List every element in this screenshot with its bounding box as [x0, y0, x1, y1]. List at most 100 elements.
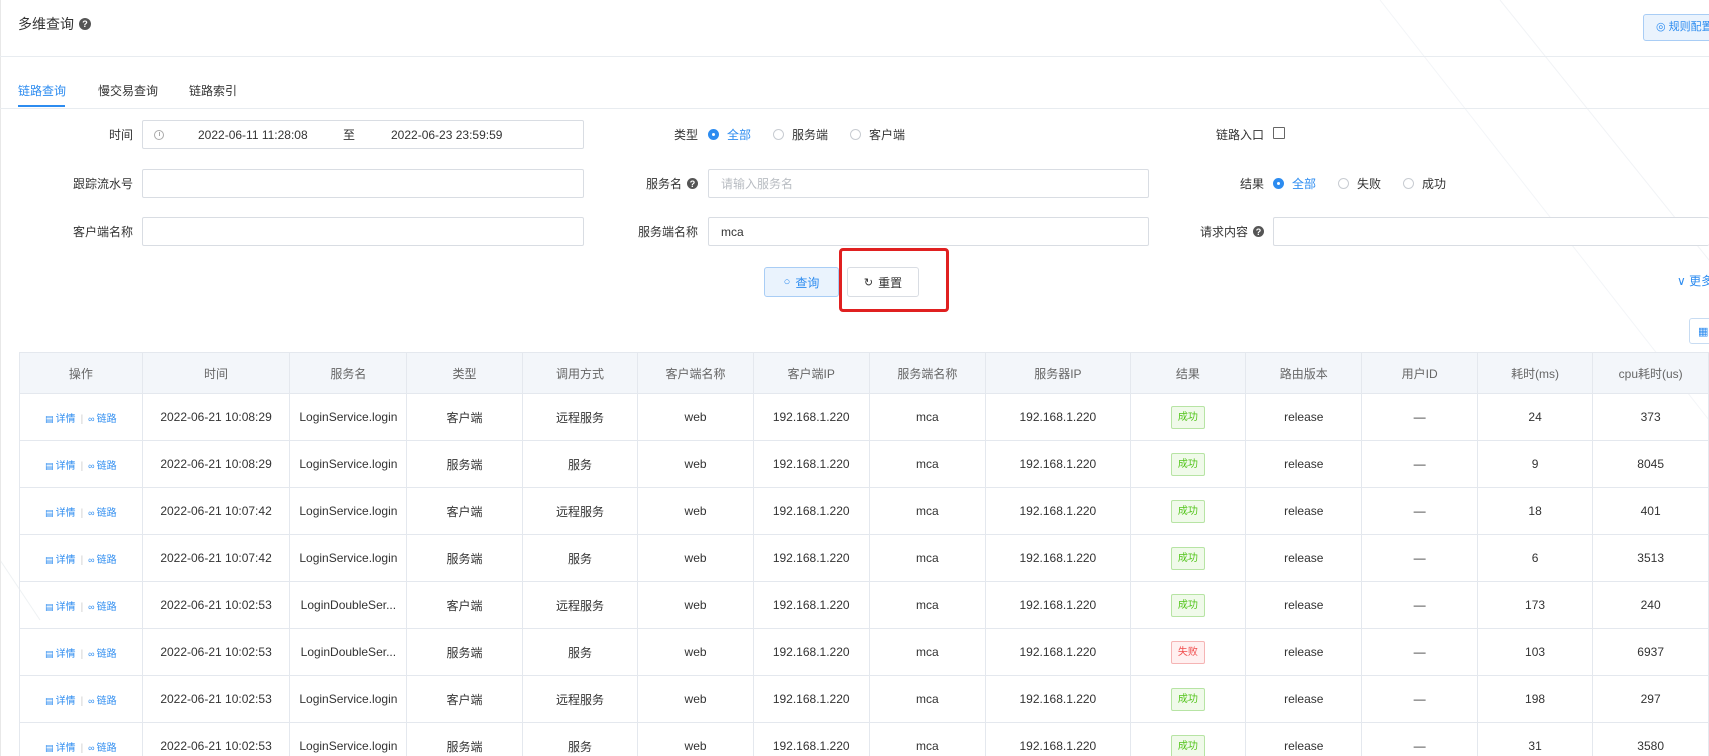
row-actions: ▤ 详情 | ∞ 链路 — [19, 675, 143, 723]
chevron-down-icon: ∨ — [1677, 274, 1690, 288]
rule-config-button[interactable]: ◎ 规则配置 — [1643, 14, 1709, 41]
document-icon: ▤ — [45, 413, 54, 424]
table-cell: LoginService.login — [289, 675, 408, 723]
table-cell: mca — [868, 534, 987, 582]
table-cell: — — [1361, 487, 1478, 535]
detail-link[interactable]: ▤ 详情 — [45, 696, 76, 707]
column-settings-button[interactable]: ▦ — [1689, 318, 1709, 344]
trace-link[interactable]: ∞ 链路 — [88, 461, 116, 472]
table-cell: mca — [868, 440, 987, 488]
document-icon: ▤ — [45, 648, 54, 659]
result-option-success[interactable]: 成功 — [1403, 175, 1446, 192]
client-name-input[interactable] — [142, 217, 584, 246]
detail-link[interactable]: ▤ 详情 — [45, 555, 76, 566]
column-header[interactable]: cpu耗时(us) — [1592, 352, 1709, 394]
row-actions: ▤ 详情 | ∞ 链路 — [19, 487, 143, 535]
radio-dot — [708, 129, 719, 140]
help-icon[interactable]: ? — [79, 18, 91, 30]
column-header[interactable]: 耗时(ms) — [1476, 352, 1594, 394]
table-cell: — — [1361, 675, 1478, 723]
action-separator: | — [80, 554, 84, 566]
page-title-text: 多维查询 — [18, 16, 74, 32]
trace-link[interactable]: ∞ 链路 — [88, 508, 116, 519]
request-content-input[interactable] — [1273, 217, 1709, 246]
link-icon: ∞ — [88, 554, 95, 565]
detail-link[interactable]: ▤ 详情 — [45, 649, 76, 660]
result-cell: 成功 — [1129, 722, 1247, 756]
type-radio-group: 全部 服务端 客户端 — [708, 120, 927, 149]
result-option-all[interactable]: 全部 — [1273, 175, 1316, 192]
row-actions: ▤ 详情 | ∞ 链路 — [19, 534, 143, 582]
table-cell: 远程服务 — [521, 675, 639, 723]
tab-slow-transaction-query[interactable]: 慢交易查询 — [98, 82, 158, 99]
result-cell: 成功 — [1129, 393, 1247, 441]
table-row: ▤ 详情 | ∞ 链路 2022-06-21 10:02:53 LoginDoubleSer… — [19, 628, 1709, 676]
detail-link-label: 详情 — [55, 742, 76, 754]
help-icon[interactable]: ? — [1253, 226, 1264, 237]
table-cell: 2022-06-21 10:02:53 — [141, 722, 291, 756]
tab-trace-index[interactable]: 链路索引 — [189, 82, 237, 99]
result-label: 结果 — [1239, 177, 1264, 191]
trace-link[interactable]: ∞ 链路 — [88, 555, 116, 566]
table-cell: 192.168.1.220 — [985, 393, 1131, 441]
result-option-fail[interactable]: 失败 — [1338, 175, 1381, 192]
trace-link[interactable]: ∞ 链路 — [88, 649, 116, 660]
query-button-label: 查询 — [795, 275, 820, 290]
service-name-input[interactable]: 请输入服务名 — [708, 169, 1149, 198]
trace-link[interactable]: ∞ 链路 — [88, 414, 116, 425]
document-icon: ▤ — [45, 554, 54, 565]
help-icon[interactable]: ? — [687, 178, 698, 189]
table-cell: 服务 — [521, 440, 639, 488]
trace-link[interactable]: ∞ 链路 — [88, 696, 116, 707]
time-range-picker[interactable]: 2022-06-11 11:28:08 至 2022-06-23 23:59:5… — [142, 120, 584, 149]
table-cell: 远程服务 — [521, 393, 639, 441]
document-icon: ▤ — [45, 507, 54, 518]
detail-link-label: 详情 — [55, 601, 76, 613]
type-option-all[interactable]: 全部 — [708, 126, 751, 143]
detail-link[interactable]: ▤ 详情 — [45, 414, 76, 425]
detail-link[interactable]: ▤ 详情 — [45, 743, 76, 754]
column-header: 客户端IP — [752, 352, 870, 394]
row-actions: ▤ 详情 | ∞ 链路 — [19, 628, 143, 676]
detail-link[interactable]: ▤ 详情 — [45, 461, 76, 472]
status-badge: 失败 — [1170, 640, 1205, 664]
reset-button[interactable]: ↻ 重置 — [847, 267, 919, 297]
table-grid-icon: ▦ — [1698, 325, 1709, 338]
row-actions: ▤ 详情 | ∞ 链路 — [19, 440, 143, 488]
table-cell: mca — [868, 628, 987, 676]
type-option-server[interactable]: 服务端 — [773, 126, 828, 143]
radio-dot — [1403, 178, 1415, 189]
table-cell: LoginService.login — [289, 487, 408, 535]
column-header: 路由版本 — [1245, 352, 1363, 394]
trace-link[interactable]: ∞ 链路 — [88, 743, 116, 754]
trace-link-label: 链路 — [96, 554, 117, 566]
table-cell: 192.168.1.220 — [752, 675, 870, 723]
table-cell: — — [1361, 628, 1478, 676]
type-option-client[interactable]: 客户端 — [850, 126, 905, 143]
more-filters-link[interactable]: ∨ 更多 — [1677, 272, 1709, 289]
time-end: 2022-06-23 23:59:59 — [391, 127, 503, 142]
table-cell: 192.168.1.220 — [752, 534, 870, 582]
detail-link[interactable]: ▤ 详情 — [45, 508, 76, 519]
tab-bar: 链路查询 慢交易查询 链路索引 — [0, 57, 1709, 109]
trace-link[interactable]: ∞ 链路 — [88, 602, 116, 613]
trace-id-input[interactable] — [142, 169, 584, 198]
action-separator: | — [80, 601, 84, 613]
table-row: ▤ 详情 | ∞ 链路 2022-06-21 10:08:29 LoginService.l… — [19, 440, 1709, 488]
entry-checkbox[interactable] — [1273, 127, 1285, 139]
detail-link[interactable]: ▤ 详情 — [45, 602, 76, 613]
server-name-input[interactable]: mca — [708, 217, 1149, 246]
column-header: 服务名 — [289, 352, 408, 394]
status-badge: 成功 — [1170, 734, 1205, 756]
tab-trace-query[interactable]: 链路查询 — [18, 82, 66, 99]
table-cell: web — [637, 393, 754, 441]
active-tab-indicator — [18, 105, 65, 107]
more-link-label: 更多 — [1689, 274, 1709, 288]
column-header[interactable]: 时间 — [141, 352, 291, 394]
table-cell: 9 — [1476, 440, 1594, 488]
trace-link-label: 链路 — [96, 695, 117, 707]
link-icon: ∞ — [88, 460, 95, 471]
page-title: 多维查询 ? — [18, 14, 91, 34]
query-button[interactable]: ○ 查询 — [764, 267, 839, 297]
table-row: ▤ 详情 | ∞ 链路 2022-06-21 10:07:42 LoginService.l… — [19, 534, 1709, 582]
